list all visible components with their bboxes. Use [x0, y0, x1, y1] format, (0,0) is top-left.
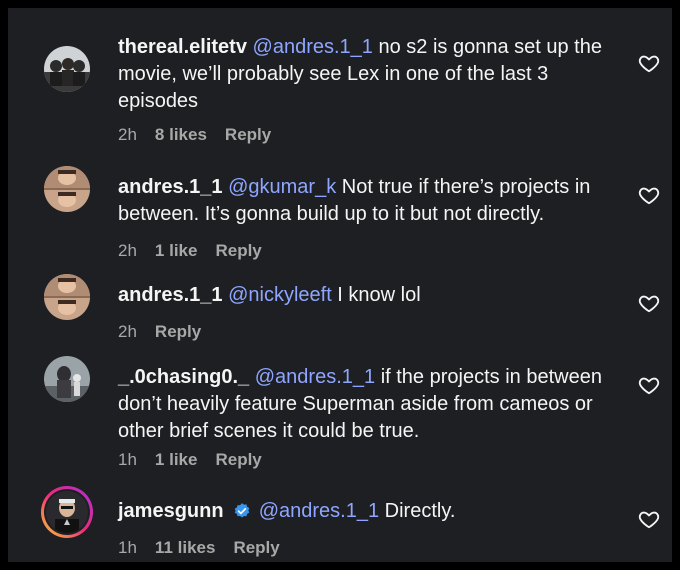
comment-text: _.0chasing0._ @andres.1_1 if the project…: [118, 364, 618, 445]
verified-badge-icon: [234, 503, 250, 518]
comment-username[interactable]: andres.1_1: [118, 284, 223, 306]
reply-button[interactable]: Reply: [233, 538, 279, 558]
avatar[interactable]: [44, 356, 90, 402]
heart-outline-icon[interactable]: [638, 184, 660, 206]
heart-outline-icon[interactable]: [638, 292, 660, 314]
heart-outline-icon[interactable]: [638, 374, 660, 396]
comment-likes[interactable]: 1 like: [155, 450, 198, 470]
reply-button[interactable]: Reply: [155, 322, 201, 342]
comment-mention[interactable]: @andres.1_1: [255, 366, 375, 388]
comment-likes[interactable]: 8 likes: [155, 125, 207, 145]
heart-outline-icon[interactable]: [638, 52, 660, 74]
comment-mention[interactable]: @gkumar_k: [228, 176, 336, 198]
comment-time: 2h: [118, 241, 137, 260]
comment-mention[interactable]: @andres.1_1: [259, 500, 379, 522]
comment-likes[interactable]: 1 like: [155, 241, 198, 261]
reply-button[interactable]: Reply: [225, 125, 271, 145]
avatar[interactable]: [44, 46, 90, 92]
comment-text: thereal.elitetv @andres.1_1 no s2 is gon…: [118, 34, 618, 115]
comment-time: 2h: [118, 322, 137, 341]
heart-outline-icon[interactable]: [638, 508, 660, 530]
comment-text: jamesgunn @andres.1_1 Directly.: [118, 498, 618, 525]
comment-time: 1h: [118, 538, 137, 557]
reply-button[interactable]: Reply: [215, 450, 261, 470]
comment-mention[interactable]: @andres.1_1: [253, 36, 373, 58]
comment-time: 2h: [118, 125, 137, 144]
comment-username[interactable]: _.0chasing0._: [118, 366, 249, 388]
comment-likes[interactable]: 11 likes: [155, 538, 216, 558]
comment-time: 1h: [118, 450, 137, 469]
comment-mention[interactable]: @nickyleeft: [228, 284, 332, 306]
comment-username[interactable]: andres.1_1: [118, 176, 223, 198]
comment-meta: 1h 11 likes Reply: [118, 538, 280, 558]
reply-button[interactable]: Reply: [215, 241, 261, 261]
comment-meta: 2h 1 like Reply: [118, 241, 262, 261]
avatar[interactable]: [44, 274, 90, 320]
avatar[interactable]: [44, 166, 90, 212]
avatar[interactable]: [41, 486, 93, 538]
avatar-inner: [44, 489, 90, 535]
comment-text: andres.1_1 @gkumar_k Not true if there’s…: [118, 174, 618, 228]
comment-meta: 1h 1 like Reply: [118, 450, 262, 470]
comment-username[interactable]: jamesgunn: [118, 500, 224, 522]
cut-off-reply-text: · · ·: [248, 8, 273, 16]
comment-username[interactable]: thereal.elitetv: [118, 36, 247, 58]
comment-body: Directly.: [379, 500, 456, 522]
comment-text: andres.1_1 @nickyleeft I know lol: [118, 282, 618, 309]
comment-meta: 2h 8 likes Reply: [118, 125, 271, 145]
comments-panel: · · · thereal.elitetv @andres.1_1 no s2 …: [8, 8, 672, 562]
comment-meta: 2h Reply: [118, 322, 201, 342]
comment-body: I know lol: [331, 284, 421, 306]
